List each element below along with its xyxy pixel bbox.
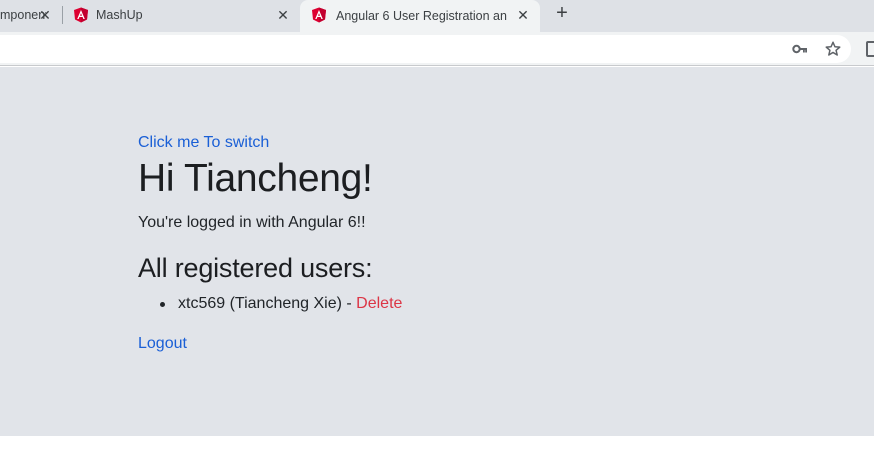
tab-title: Angular 6 User Registration and bbox=[336, 9, 507, 23]
user-label: xtc569 (Tiancheng Xie) - bbox=[178, 295, 357, 312]
tab-angular-registration[interactable]: Angular 6 User Registration and ✕ bbox=[300, 0, 540, 32]
angular-favicon-icon bbox=[74, 7, 88, 23]
close-icon[interactable]: ✕ bbox=[37, 7, 53, 23]
logged-in-text: You're logged in with Angular 6!! bbox=[138, 214, 366, 231]
angular-favicon-icon bbox=[312, 7, 326, 23]
list-item: xtc569 (Tiancheng Xie) - Delete bbox=[160, 295, 402, 315]
close-icon[interactable]: ✕ bbox=[275, 7, 291, 23]
browser-toolbar bbox=[0, 32, 874, 66]
page-viewport: Click me To switch Hi Tiancheng! You're … bbox=[0, 67, 874, 436]
star-icon[interactable] bbox=[824, 40, 842, 58]
delete-user-link[interactable]: Delete bbox=[356, 295, 402, 312]
key-icon[interactable] bbox=[792, 41, 808, 57]
switch-link[interactable]: Click me To switch bbox=[138, 134, 269, 152]
tab-title: MashUp bbox=[96, 8, 143, 22]
close-icon[interactable]: ✕ bbox=[515, 7, 531, 23]
address-bar[interactable] bbox=[0, 35, 851, 63]
user-list: xtc569 (Tiancheng Xie) - Delete bbox=[160, 295, 402, 315]
bullet-icon bbox=[160, 302, 165, 307]
tab-strip: mponent ✕ MashUp ✕ Angular 6 User Regist… bbox=[0, 0, 874, 32]
tab-component[interactable]: mponent ✕ bbox=[0, 0, 58, 30]
page-title: Hi Tiancheng! bbox=[138, 157, 373, 200]
tab-mashup[interactable]: MashUp ✕ bbox=[62, 0, 300, 30]
extension-icon[interactable] bbox=[866, 41, 874, 57]
logout-link[interactable]: Logout bbox=[138, 335, 187, 353]
users-heading: All registered users: bbox=[138, 253, 373, 283]
new-tab-button[interactable]: + bbox=[552, 3, 572, 24]
